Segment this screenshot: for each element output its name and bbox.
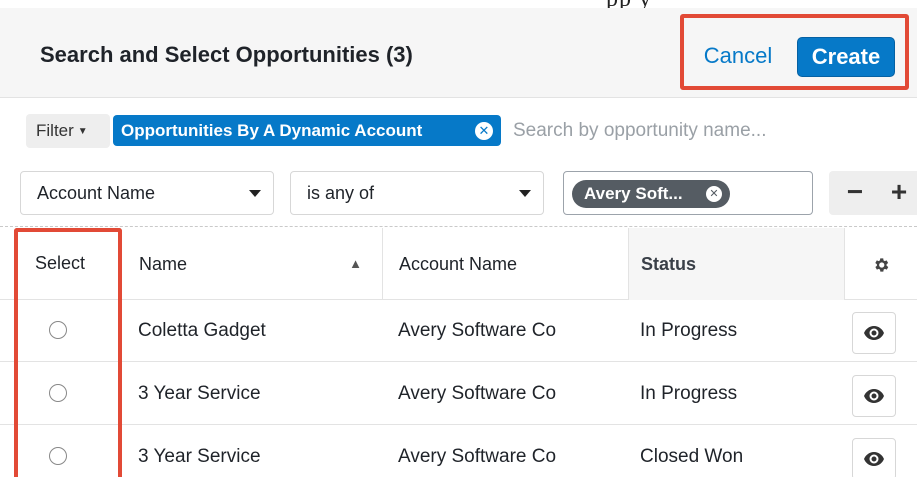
- cropped-document-edge: pp y: [0, 0, 917, 12]
- add-rule-button[interactable]: +: [879, 171, 917, 215]
- value-pill: Avery Soft... ✕: [572, 180, 730, 208]
- chevron-down-icon: ▼: [77, 126, 88, 137]
- cell-status: In Progress: [640, 383, 738, 404]
- preview-button[interactable]: [852, 438, 896, 477]
- chevron-down-icon: [519, 190, 531, 197]
- column-header-account[interactable]: Account Name: [382, 228, 628, 300]
- rule-actions: − +: [829, 171, 917, 215]
- preview-button[interactable]: [852, 375, 896, 417]
- cell-status: Closed Won: [640, 446, 744, 467]
- cell-account: Avery Software Co: [398, 320, 557, 341]
- sort-icon[interactable]: ▲: [349, 228, 362, 300]
- operator-select[interactable]: is any of: [290, 171, 544, 215]
- column-header-status[interactable]: Status: [628, 228, 844, 300]
- chevron-down-icon: [249, 190, 261, 197]
- value-input[interactable]: Avery Soft... ✕: [563, 171, 813, 215]
- cell-name[interactable]: 3 Year Service: [138, 363, 261, 425]
- field-select[interactable]: Account Name: [20, 171, 274, 215]
- close-circle-icon[interactable]: ✕: [475, 122, 493, 140]
- cell-account: Avery Software Co: [398, 383, 557, 404]
- highlight-annotation-actions: [680, 14, 909, 90]
- active-filter-pill[interactable]: Opportunities By A Dynamic Account ✕: [113, 115, 501, 146]
- divider: [0, 226, 917, 227]
- table-row[interactable]: Coletta Gadget Avery Software Co In Prog…: [0, 300, 917, 362]
- gear-icon[interactable]: [844, 228, 917, 300]
- eye-icon: [864, 388, 884, 403]
- page-title: Search and Select Opportunities (3): [40, 42, 413, 67]
- cell-name[interactable]: 3 Year Service: [138, 426, 261, 477]
- column-header-name[interactable]: Name ▲: [120, 228, 382, 300]
- cell-status: In Progress: [640, 320, 738, 341]
- filter-rule-row: Account Name is any of Avery Soft... ✕ −…: [0, 168, 917, 218]
- filter-dropdown-button[interactable]: Filter ▼: [26, 114, 110, 148]
- remove-rule-button[interactable]: −: [835, 171, 875, 215]
- cell-account: Avery Software Co: [398, 446, 557, 467]
- table-row[interactable]: 3 Year Service Avery Software Co Closed …: [0, 426, 917, 477]
- value-pill-label: Avery Soft...: [584, 184, 683, 203]
- eye-icon: [864, 325, 884, 340]
- close-circle-icon[interactable]: ✕: [706, 186, 722, 202]
- active-filter-label: Opportunities By A Dynamic Account: [121, 121, 423, 140]
- column-header-name-label: Name: [139, 254, 188, 274]
- search-input[interactable]: Search by opportunity name...: [505, 114, 815, 148]
- highlight-annotation-select-column: [14, 228, 122, 477]
- preview-button[interactable]: [852, 312, 896, 354]
- table-header: Select Name ▲ Account Name Status: [0, 228, 917, 300]
- filter-label: Filter: [36, 121, 74, 140]
- eye-icon: [864, 451, 884, 466]
- table-row[interactable]: 3 Year Service Avery Software Co In Prog…: [0, 363, 917, 425]
- operator-select-value: is any of: [307, 183, 375, 203]
- field-select-value: Account Name: [37, 183, 156, 203]
- filter-bar: Filter ▼ Opportunities By A Dynamic Accou…: [0, 108, 917, 154]
- cell-name[interactable]: Coletta Gadget: [138, 300, 266, 362]
